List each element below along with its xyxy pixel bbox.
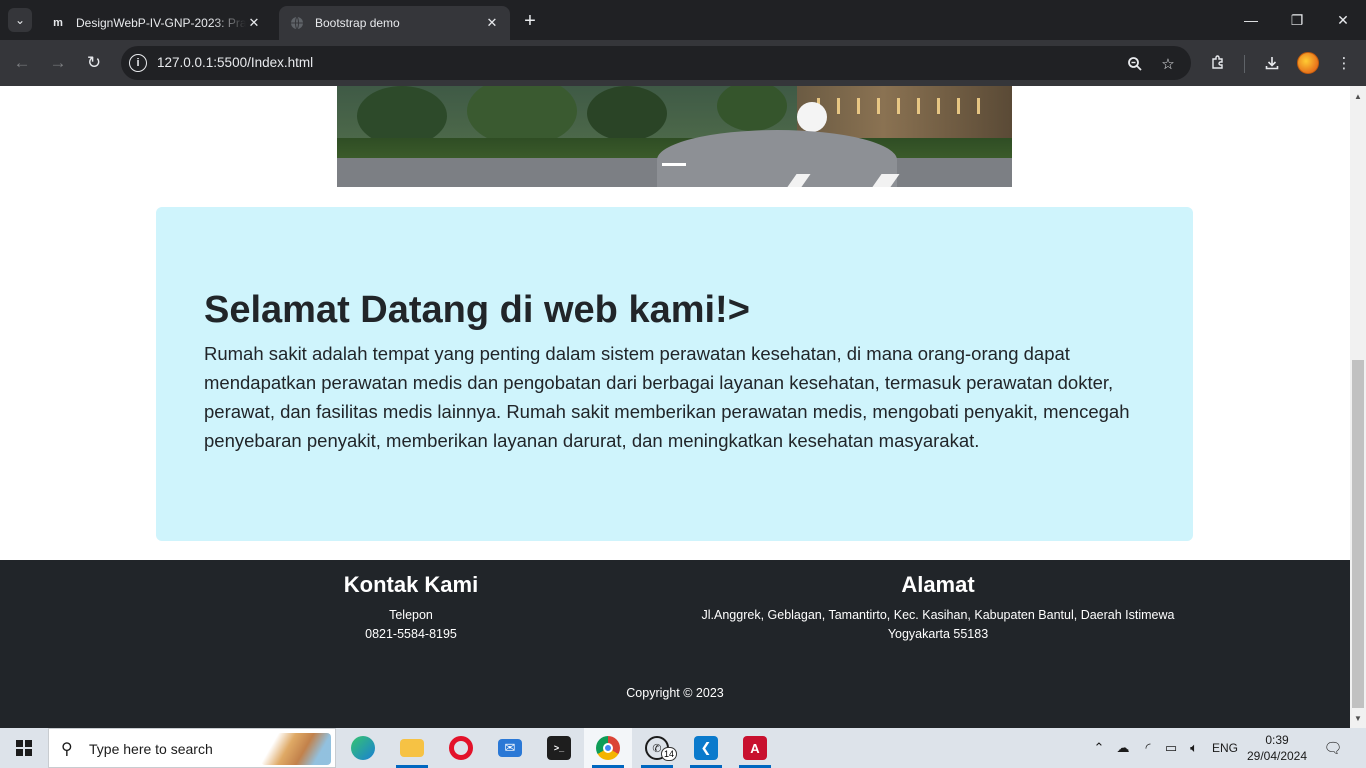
forward-button[interactable]: →: [44, 49, 72, 77]
pdf-icon: A: [743, 736, 767, 760]
address-bar[interactable]: i 127.0.0.1:5500/Index.html ☆: [121, 46, 1191, 80]
plus-icon: +: [524, 9, 536, 32]
more-menu-icon[interactable]: ⋮: [1332, 51, 1356, 75]
vscode-icon: ❮: [694, 736, 718, 760]
notification-badge: 14: [661, 747, 677, 761]
globe-icon: [289, 15, 305, 31]
browser-toolbar: ← → ↻ i 127.0.0.1:5500/Index.html ☆ ⋮: [0, 40, 1366, 86]
contact-heading: Kontak Kami: [343, 572, 479, 597]
extensions-icon[interactable]: [1206, 51, 1230, 75]
minimize-button[interactable]: —: [1228, 6, 1274, 34]
arrow-left-icon: ←: [13, 53, 31, 72]
m-logo-icon: m: [53, 17, 63, 29]
search-icon: ⚲: [61, 741, 73, 758]
clock[interactable]: 0:39 29/04/2024: [1244, 732, 1310, 764]
notification-center-icon[interactable]: 🗨︎: [1322, 738, 1344, 758]
carousel-indicator[interactable]: [662, 163, 686, 166]
taskbar-search[interactable]: ⚲ Type here to search: [48, 728, 336, 768]
profile-avatar[interactable]: [1297, 52, 1319, 74]
taskbar: ⚲ Type here to search ✉ >_ ✆ 14 ❮ A ⌃ ☁ …: [0, 728, 1366, 768]
footer: Kontak Kami Telepon 0821-5584-8195 Alama…: [0, 560, 1350, 728]
close-window-button[interactable]: ✕: [1320, 6, 1366, 34]
tab-bootstrap-demo[interactable]: Bootstrap demo ✕: [279, 6, 510, 40]
clock-time: 0:39: [1265, 733, 1289, 747]
tab-designwebp[interactable]: m DesignWebP-IV-GNP-2023: Praktik ✕: [40, 6, 272, 40]
phone-label: Telepon: [389, 608, 433, 622]
tab-title: DesignWebP-IV-GNP-2023: Praktik: [76, 16, 246, 30]
arrow-right-icon: →: [49, 53, 67, 72]
welcome-text: Rumah sakit adalah tempat yang penting d…: [204, 343, 1130, 451]
welcome-card: Selamat Datang di web kami!> Rumah sakit…: [156, 207, 1193, 541]
scroll-up-icon[interactable]: ▲: [1350, 88, 1366, 104]
file-explorer-app[interactable]: [388, 728, 436, 768]
download-icon[interactable]: [1260, 51, 1284, 75]
search-highlight-image: [261, 733, 331, 765]
page-scrollbar[interactable]: ▲ ▼: [1350, 86, 1366, 728]
restore-icon: ❐: [1290, 11, 1304, 28]
tab-title: Bootstrap demo: [315, 16, 400, 30]
acrobat-app[interactable]: A: [731, 728, 779, 768]
scroll-thumb[interactable]: [1352, 360, 1364, 708]
terminal-icon: >_: [547, 736, 571, 760]
vscode-app[interactable]: ❮: [682, 728, 730, 768]
wifi-icon[interactable]: ◜: [1139, 739, 1157, 757]
welcome-heading: Selamat Datang di web kami!>: [204, 289, 750, 331]
whatsapp-app[interactable]: ✆ 14: [633, 728, 681, 768]
chevron-down-icon: ⌄: [14, 13, 26, 27]
mail-app[interactable]: ✉: [486, 728, 534, 768]
close-icon[interactable]: ✕: [484, 15, 500, 31]
new-tab-button[interactable]: +: [518, 10, 542, 32]
opera-icon: [449, 736, 473, 760]
site-info-icon[interactable]: i: [129, 54, 147, 72]
toolbar-divider: [1244, 55, 1245, 73]
reload-button[interactable]: ↻: [80, 49, 108, 77]
volume-icon[interactable]: 🔈︎: [1185, 739, 1203, 757]
folder-icon: [400, 739, 424, 757]
phone-number: 0821-5584-8195: [365, 627, 457, 641]
bookmark-star-icon[interactable]: ☆: [1157, 53, 1179, 75]
carousel-image: [337, 86, 1012, 187]
footer-contact: Kontak Kami Telepon 0821-5584-8195: [300, 572, 522, 644]
chrome-icon: [596, 736, 620, 760]
restore-button[interactable]: ❐: [1274, 6, 1320, 34]
close-icon: ✕: [1337, 11, 1349, 28]
close-icon[interactable]: ✕: [246, 15, 262, 31]
address-line-1: Jl.Anggrek, Geblagan, Tamantirto, Kec. K…: [701, 608, 1175, 622]
onedrive-icon[interactable]: ☁: [1114, 739, 1132, 757]
tab-strip: ⌄ m DesignWebP-IV-GNP-2023: Praktik ✕ Bo…: [0, 0, 1366, 40]
edge-app[interactable]: [339, 728, 387, 768]
address-line-2: Yogyakarta 55183: [887, 627, 989, 641]
zoom-icon[interactable]: [1124, 53, 1146, 75]
tab-search-button[interactable]: ⌄: [8, 8, 32, 32]
search-placeholder: Type here to search: [89, 741, 213, 757]
copyright: Copyright © 2023: [626, 686, 724, 700]
language-indicator[interactable]: ENG: [1212, 741, 1238, 755]
windows-logo-icon: [16, 740, 32, 756]
opera-app[interactable]: [437, 728, 485, 768]
page-viewport: Selamat Datang di web kami!> Rumah sakit…: [0, 86, 1350, 728]
edge-icon: [351, 736, 375, 760]
footer-address: Alamat Jl.Anggrek, Geblagan, Tamantirto,…: [680, 572, 1196, 644]
reload-icon: ↻: [86, 53, 102, 72]
clock-date: 29/04/2024: [1246, 749, 1308, 763]
address-url[interactable]: 127.0.0.1:5500/Index.html: [157, 55, 313, 70]
address-heading: Alamat: [901, 572, 975, 597]
back-button[interactable]: ←: [8, 49, 36, 77]
scroll-down-icon[interactable]: ▼: [1350, 710, 1366, 726]
chrome-app[interactable]: [584, 728, 632, 768]
start-button[interactable]: [0, 728, 48, 768]
minimize-icon: —: [1244, 12, 1258, 28]
chevron-up-icon[interactable]: ⌃: [1090, 739, 1108, 757]
mail-icon: ✉: [498, 739, 522, 757]
terminal-app[interactable]: >_: [535, 728, 583, 768]
battery-icon[interactable]: ▭: [1162, 739, 1180, 757]
